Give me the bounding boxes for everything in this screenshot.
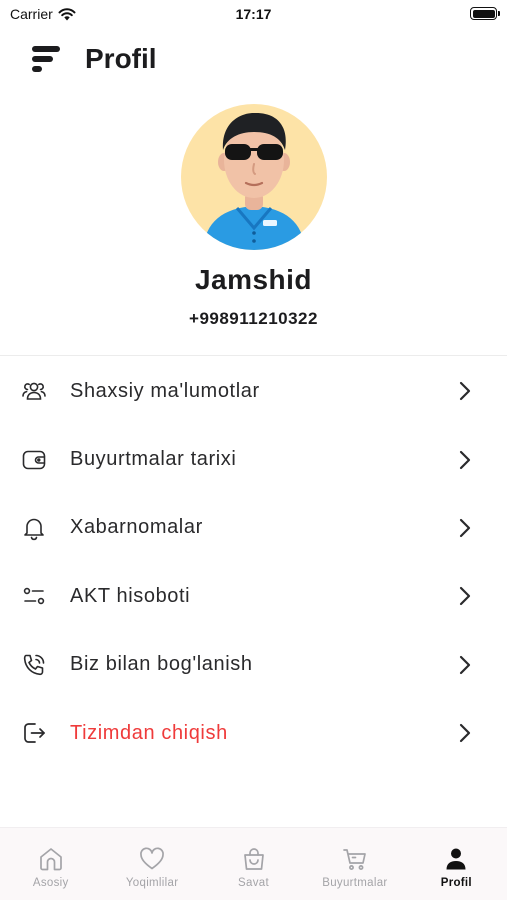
menu-item-label: Shaxsiy ma'lumotlar xyxy=(70,379,260,402)
heart-icon xyxy=(138,845,166,873)
avatar-illustration xyxy=(203,112,305,250)
avatar xyxy=(181,104,327,250)
menu-logo-icon[interactable] xyxy=(31,44,63,74)
users-icon xyxy=(21,378,47,404)
tab-label: Profil xyxy=(440,877,472,889)
chevron-right-icon xyxy=(459,587,471,606)
tab-label: Savat xyxy=(238,877,269,889)
cart-icon xyxy=(341,845,369,873)
menu-item-label: Xabarnomalar xyxy=(70,516,203,539)
bottom-tab-bar: Asosiy Yoqimlilar Savat Buyurtmalar Prof… xyxy=(0,827,507,900)
menu-item-order-history[interactable]: Buyurtmalar tarixi xyxy=(0,425,507,493)
tab-profile[interactable]: Profil xyxy=(406,828,507,900)
menu-item-ict-report[interactable]: AKT hisoboti xyxy=(0,562,507,630)
chevron-right-icon xyxy=(459,382,471,401)
phone-call-icon xyxy=(21,652,47,678)
page-title: Profil xyxy=(85,43,157,74)
chevron-right-icon xyxy=(459,518,471,538)
app-header: Profil xyxy=(0,40,507,80)
chevron-right-icon xyxy=(459,655,471,674)
chevron-right-icon xyxy=(459,450,471,469)
bag-icon xyxy=(240,845,268,873)
tab-bag[interactable]: Savat xyxy=(203,828,304,900)
chevron-right-icon xyxy=(459,724,471,743)
menu-item-notifications[interactable]: Xabarnomalar xyxy=(0,494,507,562)
profile-menu: Shaxsiy ma'lumotlar Buyurtmalar tarixi X… xyxy=(0,357,507,767)
battery-icon xyxy=(470,7,500,20)
logout-icon xyxy=(21,720,47,746)
menu-item-label: Tizimdan chiqish xyxy=(70,721,228,744)
user-phone: +998911210322 xyxy=(189,309,318,328)
status-bar: Carrier 17:17 xyxy=(0,0,507,28)
menu-item-contact-us[interactable]: Biz bilan bog'lanish xyxy=(0,631,507,699)
home-icon xyxy=(37,845,65,873)
wallet-icon xyxy=(21,447,47,473)
tab-label: Asosiy xyxy=(32,877,69,889)
tab-label: Buyurtmalar xyxy=(322,877,388,889)
menu-item-label: AKT hisoboti xyxy=(70,584,191,607)
user-name: Jamshid xyxy=(194,264,313,295)
tab-favorites[interactable]: Yoqimlilar xyxy=(101,828,202,900)
person-icon xyxy=(442,845,470,873)
tab-orders[interactable]: Buyurtmalar xyxy=(304,828,405,900)
menu-item-label: Buyurtmalar tarixi xyxy=(70,448,237,471)
menu-item-logout[interactable]: Tizimdan chiqish xyxy=(0,699,507,767)
tab-label: Yoqimlilar xyxy=(125,877,179,889)
filter-sliders-icon xyxy=(21,583,47,609)
tab-home[interactable]: Asosiy xyxy=(0,828,101,900)
menu-item-label: Biz bilan bog'lanish xyxy=(70,653,253,676)
status-time: 17:17 xyxy=(235,6,272,22)
divider xyxy=(0,355,507,356)
menu-item-personal-info[interactable]: Shaxsiy ma'lumotlar xyxy=(0,357,507,425)
bell-icon xyxy=(21,515,47,541)
